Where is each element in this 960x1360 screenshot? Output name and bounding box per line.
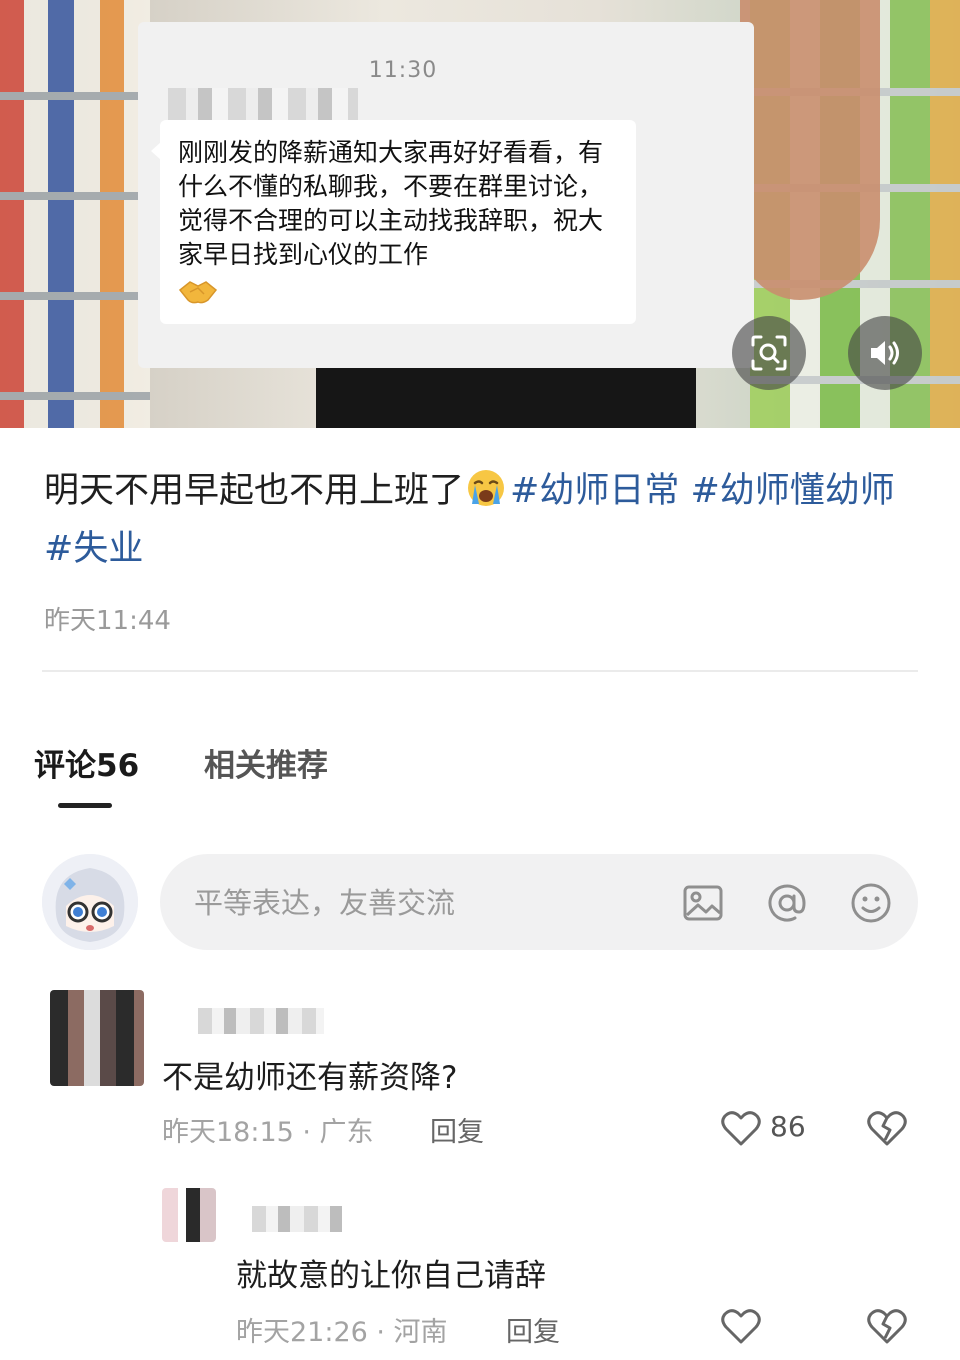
section-divider [42, 670, 918, 672]
tab-comments[interactable]: 评论56 [34, 740, 139, 785]
reply-button[interactable]: 回复 [430, 1110, 484, 1149]
blurred-commenter-name[interactable] [252, 1206, 342, 1232]
emoji-icon[interactable] [850, 882, 892, 924]
blurred-commenter-name[interactable] [198, 1008, 324, 1034]
lens-search-icon [751, 335, 787, 371]
my-avatar[interactable] [42, 854, 138, 950]
comment-input[interactable] [192, 878, 656, 928]
post-timestamp: 昨天11:44 [44, 606, 171, 636]
at-mention-icon[interactable] [766, 882, 808, 924]
speaker-icon [871, 341, 899, 365]
handshake-emoji-icon [178, 281, 218, 304]
tab-related[interactable]: 相关推荐 [204, 740, 328, 785]
hashtag-link[interactable]: #幼师懂幼师 [690, 471, 894, 511]
commenter-avatar[interactable] [162, 1188, 216, 1242]
comment-meta: 昨天21:26 · 河南 [236, 1317, 448, 1348]
reply-button[interactable]: 回复 [506, 1310, 560, 1349]
crying-face-emoji-icon [468, 470, 505, 506]
comment-input-box[interactable] [160, 854, 918, 950]
chat-message-text: 刚刚发的降薪通知大家再好好看看，有什么不懂的私聊我，不要在群里讨论，觉得不合理的… [178, 138, 604, 269]
caption-text: 明天不用早起也不用上班了 [44, 471, 465, 511]
like-count: 86 [770, 1110, 806, 1143]
comment-text: 不是幼师还有薪资降? [162, 1060, 458, 1096]
image-icon[interactable] [682, 882, 724, 924]
broken-heart-dislike-icon[interactable] [866, 1108, 908, 1148]
supermarket-shelf-left [0, 0, 150, 428]
active-tab-indicator [58, 803, 112, 808]
hashtag-link[interactable]: #失业 [44, 529, 143, 569]
hashtag-link[interactable]: #幼师日常 [510, 471, 679, 511]
person-arm [740, 0, 880, 300]
comment-meta: 昨天18:15 · 广东 [162, 1117, 374, 1148]
commenter-avatar[interactable] [50, 990, 144, 1086]
broken-heart-dislike-icon[interactable] [866, 1306, 908, 1346]
anime-avatar-icon [42, 854, 138, 950]
image-search-button[interactable] [732, 316, 806, 390]
comment-text: 就故意的让你自己请辞 [236, 1258, 546, 1294]
person-skirt [316, 360, 696, 428]
sound-toggle-button[interactable] [848, 316, 922, 390]
chat-bubble: 刚刚发的降薪通知大家再好好看看，有什么不懂的私聊我，不要在群里讨论，觉得不合理的… [151, 120, 636, 324]
post-caption: 明天不用早起也不用上班了 #幼师日常 #幼师懂幼师 #失业 [44, 462, 924, 578]
chat-timestamp: 11:30 [368, 58, 438, 83]
heart-like-icon[interactable] [720, 1306, 762, 1346]
chat-screenshot-card: 11:30 刚刚发的降薪通知大家再好好看看，有什么不懂的私聊我，不要在群里讨论，… [138, 22, 754, 368]
heart-like-icon[interactable] [720, 1108, 762, 1148]
post-media-image[interactable]: 11:30 刚刚发的降薪通知大家再好好看看，有什么不懂的私聊我，不要在群里讨论，… [0, 0, 960, 428]
